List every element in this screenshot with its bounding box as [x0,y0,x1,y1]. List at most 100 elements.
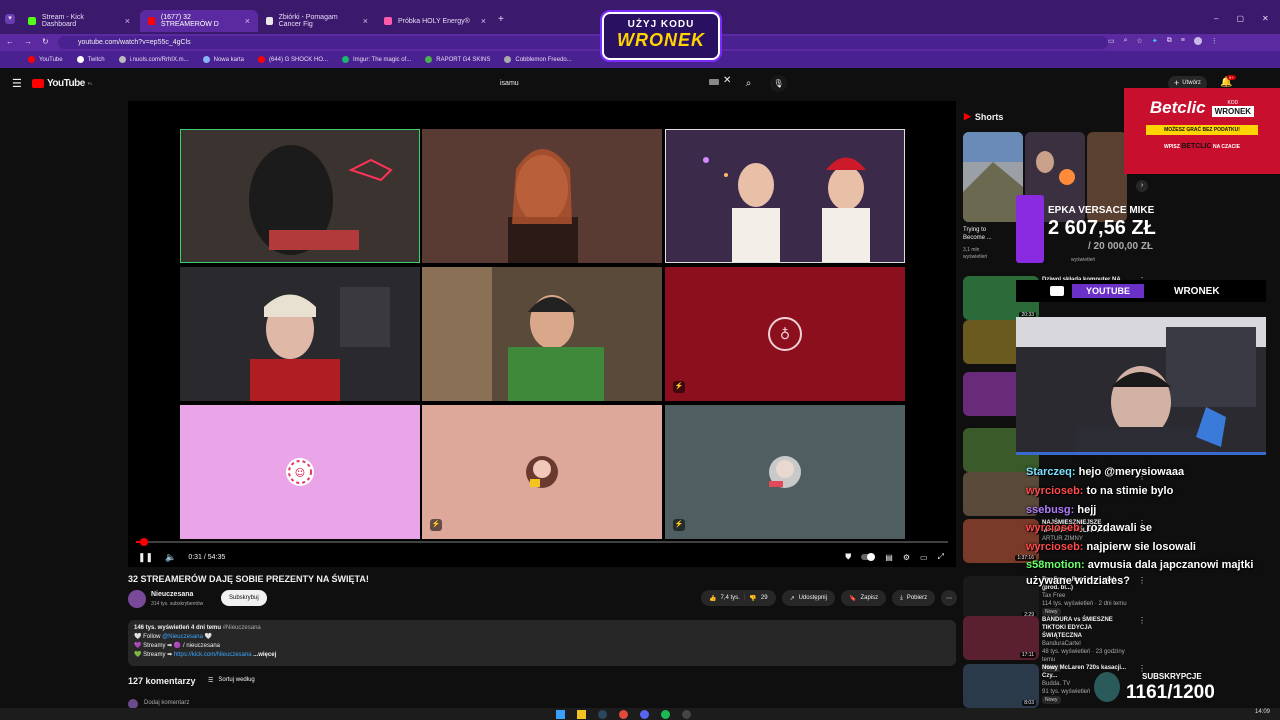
extension-icon[interactable]: ✦ [1152,37,1158,45]
show-more-link[interactable]: ...więcej [253,652,276,658]
cast-icon[interactable]: ▭ [1108,37,1115,45]
menu-lines-icon[interactable]: ≡ [1181,37,1185,45]
share-button[interactable]: ↗ Udostępnij [781,590,835,606]
bookmark-twitch[interactable]: Twitch [76,56,105,63]
kick-link[interactable]: https://kick.com/Nieuczesana [174,652,252,658]
hamburger-menu-icon[interactable]: ☰ [12,77,22,90]
autoplay-toggle[interactable] [861,553,876,561]
chat-username: wyrcioseb: [1026,522,1084,534]
puzzle-icon[interactable]: ⧉ [1167,37,1172,45]
tab-holy-energy[interactable]: Próbka HOLY Energy® × [376,10,494,32]
add-comment-input[interactable]: Dodaj komentarz [144,700,189,706]
steam-icon[interactable] [598,710,607,719]
reload-icon[interactable]: ↻ [42,37,49,46]
description-stats: 146 tys. wyświetleń 4 dni temu #Nieuczes… [134,625,261,631]
twitch-link[interactable]: 🟣 / nieuczesana [174,643,220,649]
video-thumbnail[interactable]: 17:11 [963,616,1039,660]
subscribe-button[interactable]: Subskrybuj [221,590,267,606]
promo-line2: WRONEK [617,30,705,50]
voice-search-button[interactable]: 🎙 [770,75,787,92]
goal-name: EPKA VERSACE MIKE [1048,205,1155,216]
subtitles-icon[interactable]: ▤ [885,553,893,562]
search-input[interactable]: isamu [496,75,736,92]
fullscreen-icon[interactable]: ⤢ [938,552,944,562]
bookmark-cobblemon[interactable]: Cobblemon Freedo... [504,56,572,63]
sort-label: Sortuj według [218,677,255,683]
close-icon[interactable]: × [363,16,368,26]
youtube-logo[interactable]: YouTube PL [32,78,93,89]
channel-avatar[interactable] [128,590,146,608]
more-actions-button[interactable]: ⋯ [941,590,958,606]
progress-track[interactable] [136,538,948,546]
hashtag-link[interactable]: #Nieuczesana [223,625,261,631]
thumbs-up-icon: 👍 [709,595,717,602]
microphone-icon: 🎙 [773,79,784,88]
file-explorer-icon[interactable] [577,710,586,719]
description-box[interactable]: 146 tys. wyświetleń 4 dni temu #Nieuczes… [128,620,956,666]
chat-text: to na stimie bylo [1086,485,1174,497]
forward-icon[interactable]: → [24,37,32,46]
scrubber-handle[interactable] [139,538,148,546]
close-icon[interactable]: × [245,16,250,26]
save-button[interactable]: 🔖 Zapisz [840,590,887,606]
obs-icon[interactable] [682,710,691,719]
video-frame [422,267,662,401]
kebab-menu-icon[interactable]: ⋮ [1211,37,1218,45]
discord-icon[interactable] [640,710,649,719]
volume-icon[interactable]: 🔈 [165,552,176,563]
profile-avatar[interactable] [1193,37,1202,45]
bookmark-youtube[interactable]: YouTube [28,56,63,63]
bookmark-imgur-link[interactable]: i.nuols.com/RrhIX.m... [118,56,189,63]
maximize-icon[interactable]: ▢ [1236,14,1244,23]
channel-name[interactable]: Nieuczesana [151,591,193,598]
video-frame [422,405,662,539]
bookmark-imgur[interactable]: Imgur: The magic of... [341,56,411,63]
chat-username: Starczeq: [1026,466,1076,478]
search-button[interactable]: ⌕ [740,75,757,92]
chat-text: najpierw sie losowali [1086,541,1196,553]
shield-icon[interactable]: ⛊ [845,552,851,562]
url-field[interactable]: youtube.com/watch?v=ep55c_4gCls [58,36,1108,49]
description-line: 💚 Streamy ➡ https://kick.com/Nieuczesana… [134,652,277,658]
sort-comments-button[interactable]: ☰ Sortuj według [208,677,255,684]
tab-zbiorki[interactable]: Zbiórki - Pomagam Cancer Fig × [258,10,376,32]
video-player[interactable]: ♁ ⚡ ☺ ⚡ ⚡ [128,101,956,567]
bookmark-raport[interactable]: RAPORT G4 SKINS [425,56,490,63]
shorts-next-button[interactable]: › [1136,180,1148,192]
like-button[interactable]: 👍 7,4 tys. | 👎 29 [701,590,776,606]
bookmark-gshock[interactable]: (644) G SHOCK HO... [257,56,328,63]
close-icon[interactable]: × [481,16,486,26]
theater-mode-icon[interactable]: ▭ [920,553,928,562]
chrome-icon[interactable] [619,710,628,719]
tab-kick-dashboard[interactable]: Stream - Kick Dashboard × [20,10,138,32]
video-thumbnail[interactable]: 8:03 [963,664,1039,708]
pause-icon[interactable]: ❚❚ [138,552,153,563]
tab-youtube-video[interactable]: (1677) 32 STREAMERÓW D × [140,10,258,32]
channel-mention-link[interactable]: @Nieuczesana [162,634,203,640]
spotify-icon[interactable] [661,710,670,719]
short-card-1[interactable] [963,132,1023,222]
video-frame [665,405,905,539]
chat-text: hejj [1077,504,1097,516]
clear-search-icon[interactable]: ✕ [723,75,731,86]
tab-search-button[interactable]: ▾ [5,14,15,24]
bookmark-new-tab[interactable]: Nowa karta [202,56,244,63]
settings-gear-icon[interactable]: ⚙ [903,553,910,562]
close-window-icon[interactable]: ✕ [1262,14,1269,23]
nav-buttons: ← → ↻ [6,37,49,46]
zoom-icon[interactable]: ⌕ [1124,37,1128,45]
toolbar-icons: ▭ ⌕ ☆ ✦ ⧉ ≡ ⋮ [1108,37,1218,45]
keyboard-icon[interactable] [709,79,719,85]
back-icon[interactable]: ← [6,37,14,46]
donation-goal-widget: EPKA VERSACE MIKE 2 607,56 ZŁ / 20 000,0… [1016,195,1182,265]
star-icon[interactable]: ☆ [1137,37,1143,45]
bookmark-label: (644) G SHOCK HO... [268,56,328,63]
download-button[interactable]: ⤓ Pobierz [892,590,936,606]
video-cell-8: ⚡ [422,405,662,539]
windows-start-icon[interactable] [556,710,565,719]
window-controls: – ▢ ✕ [1214,14,1269,23]
video-menu-icon[interactable]: ⋮ [1138,616,1146,625]
close-icon[interactable]: × [125,16,130,26]
minimize-icon[interactable]: – [1214,14,1218,23]
new-tab-button[interactable]: + [498,14,504,25]
